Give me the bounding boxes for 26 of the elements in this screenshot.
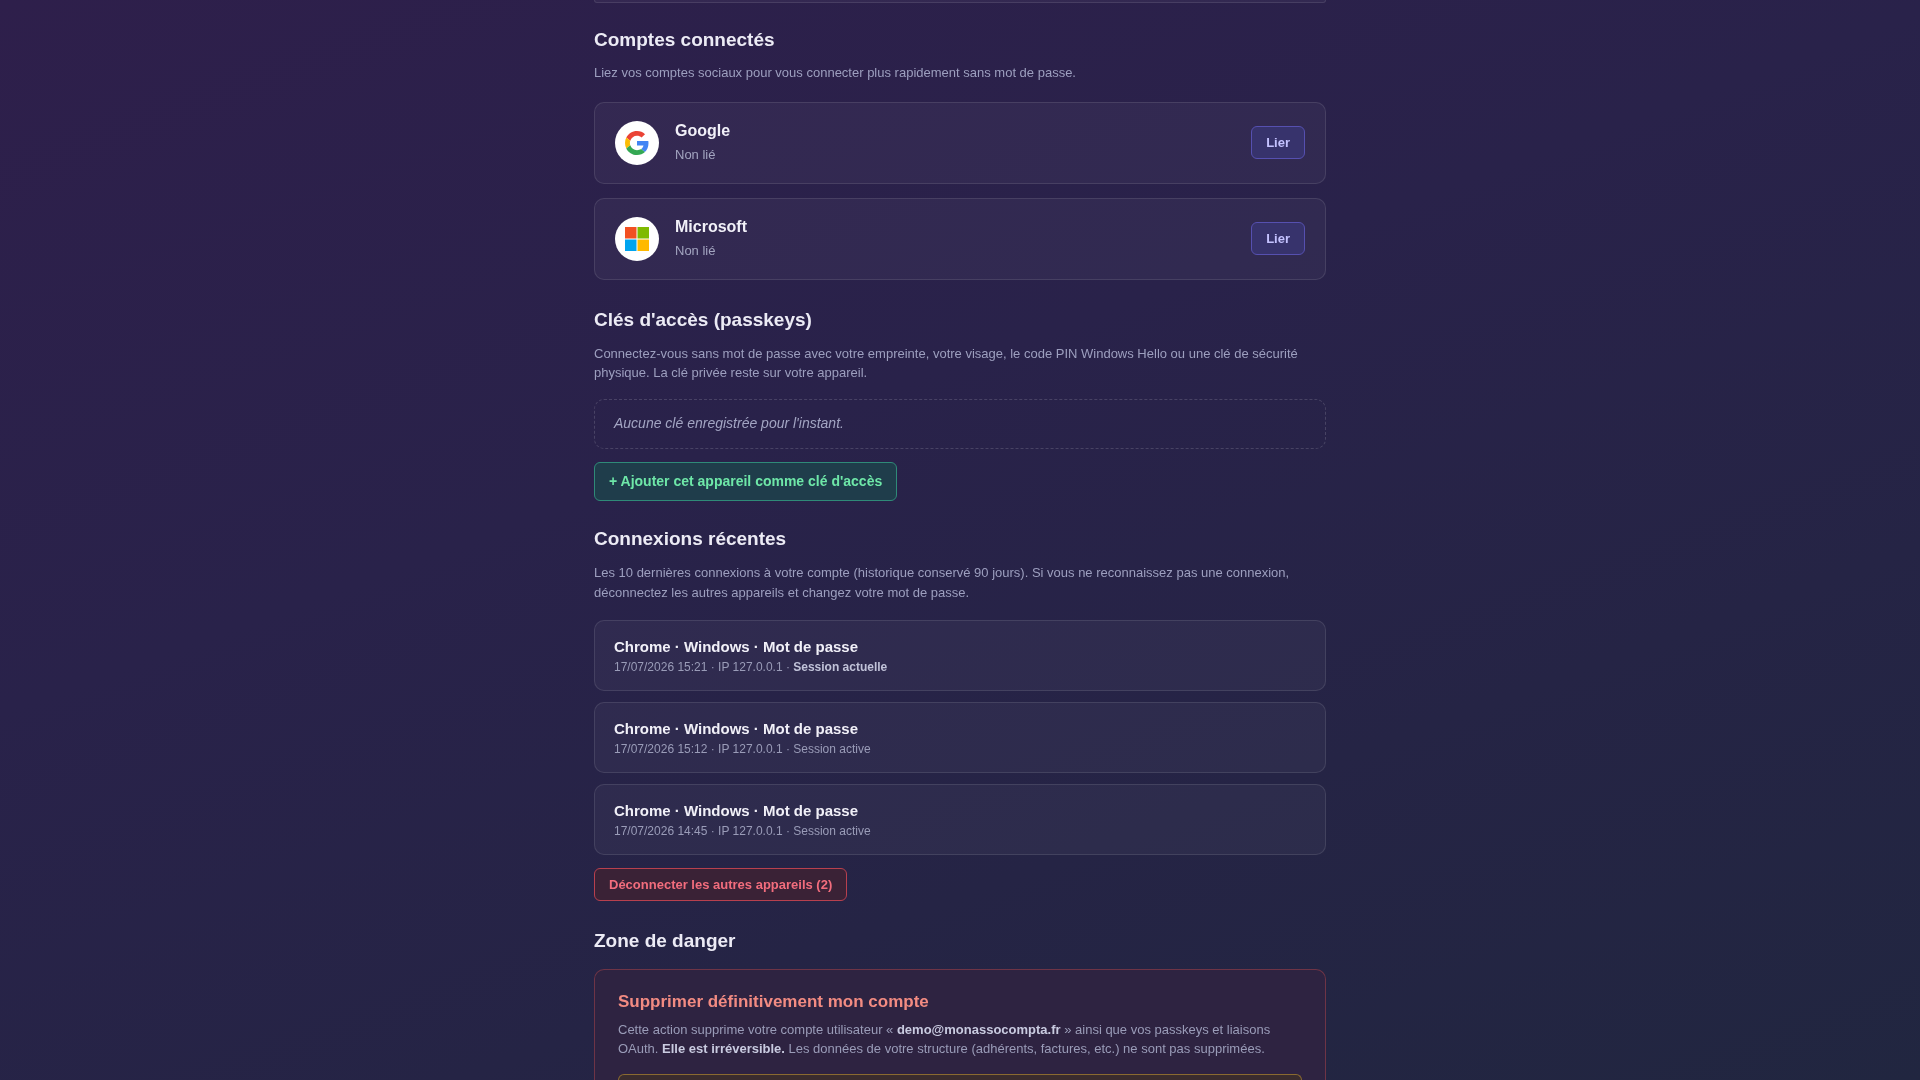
disconnect-devices-button[interactable]: Déconnecter les autres appareils (2) [594,868,848,901]
danger-title: Supprimer définitivement mon compte [618,991,930,1013]
section-heading: Zone de danger [594,929,737,953]
session-title: Chrome · Windows · Mot de passe [614,800,860,821]
empty-message: Aucune clé enregistrée pour l'instant. [614,414,844,434]
section-heading: Clés d'accès (passkeys) [594,307,813,332]
google-logo-icon [615,120,659,165]
section-description: Les 10 dernières connexions à votre compte (historique conservé 90 jours). Si vous ne reconnaissez pas une connexion, déconnectez les autres appareils et changez votre mot de passe. [594,564,1291,602]
microsoft-logo-icon [615,216,659,261]
link-button[interactable]: Lier [1251,126,1305,160]
link-status: Non lié [675,146,717,165]
danger-description: Cette action supprime votre compte utilisateur « demo@monassocompta.fr » ainsi que vos passkeys et liaisons OAuth. Elle est irréversible. Les données de votre structure (adhérents, factures, etc.) ne sont pas supprimées. [618,1021,1272,1058]
link-status: Non lié [675,242,717,261]
session-details: 17/07/2026 15:21 · IP 127.0.0.1 · Session actuelle [614,658,889,676]
section-description: Liez vos comptes sociaux pour vous connecter plus rapidement sans mot de passe. [594,63,1077,82]
section-heading: Connexions récentes [594,527,788,551]
session-title: Chrome · Windows · Mot de passe [614,636,860,657]
session-details: 17/07/2026 14:45 · IP 127.0.0.1 · Session active [614,822,872,840]
link-button[interactable]: Lier [1251,222,1305,256]
session-title: Chrome · Windows · Mot de passe [614,718,860,739]
section-description: Connectez-vous sans mot de passe avec votre empreinte, votre visage, le code PIN Windows Hello ou une clé de sécurité physique. La clé privée reste sur votre appareil. [594,344,1299,382]
provider-name: Microsoft [675,217,748,238]
provider-name: Google [675,121,732,142]
add-passkey-button[interactable]: + Ajouter cet appareil comme clé d'accès [594,462,898,501]
session-details: 17/07/2026 15:12 · IP 127.0.0.1 · Session active [614,740,872,758]
section-heading: Comptes connectés [594,27,776,52]
